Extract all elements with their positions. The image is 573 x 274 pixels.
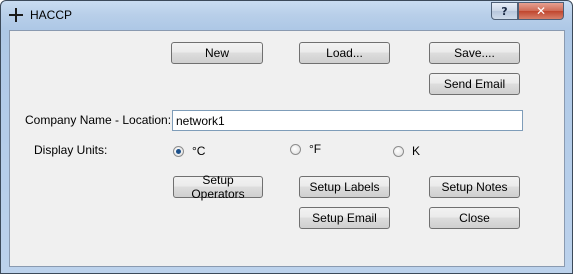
company-name-input[interactable] <box>172 110 523 131</box>
app-plus-icon <box>9 8 23 22</box>
radio-kelvin-circle[interactable] <box>393 145 404 157</box>
close-button[interactable]: Close <box>429 207 520 229</box>
setup-labels-button[interactable]: Setup Labels <box>299 176 390 198</box>
close-window-button[interactable]: ✕ <box>518 2 564 20</box>
radio-celsius-circle[interactable] <box>173 145 184 157</box>
setup-operators-button[interactable]: Setup Operators <box>173 173 263 201</box>
setup-email-button[interactable]: Setup Email <box>299 207 390 229</box>
radio-kelvin[interactable]: K <box>393 144 420 158</box>
haccp-window: HACCP ? ✕ New Load... Save.... Send Emai… <box>0 0 573 274</box>
send-email-button[interactable]: Send Email <box>429 73 520 95</box>
radio-fahrenheit[interactable]: °F <box>290 142 321 156</box>
radio-fahrenheit-label[interactable]: °F <box>309 142 321 156</box>
setup-notes-button[interactable]: Setup Notes <box>429 176 520 198</box>
company-name-label: Company Name - Location: <box>25 113 172 127</box>
radio-celsius-label[interactable]: °C <box>192 144 205 158</box>
save-button[interactable]: Save.... <box>429 42 520 64</box>
load-button[interactable]: Load... <box>299 42 390 64</box>
display-units-label: Display Units: <box>34 143 108 157</box>
title-bar[interactable]: HACCP ? ✕ <box>1 1 572 29</box>
window-title: HACCP <box>30 8 73 22</box>
help-button[interactable]: ? <box>491 2 518 20</box>
radio-kelvin-label[interactable]: K <box>412 144 420 158</box>
new-button[interactable]: New <box>171 42 263 64</box>
dialog-body: New Load... Save.... Send Email Company … <box>9 30 565 267</box>
radio-fahrenheit-circle[interactable] <box>290 143 301 155</box>
radio-celsius[interactable]: °C <box>173 144 205 158</box>
